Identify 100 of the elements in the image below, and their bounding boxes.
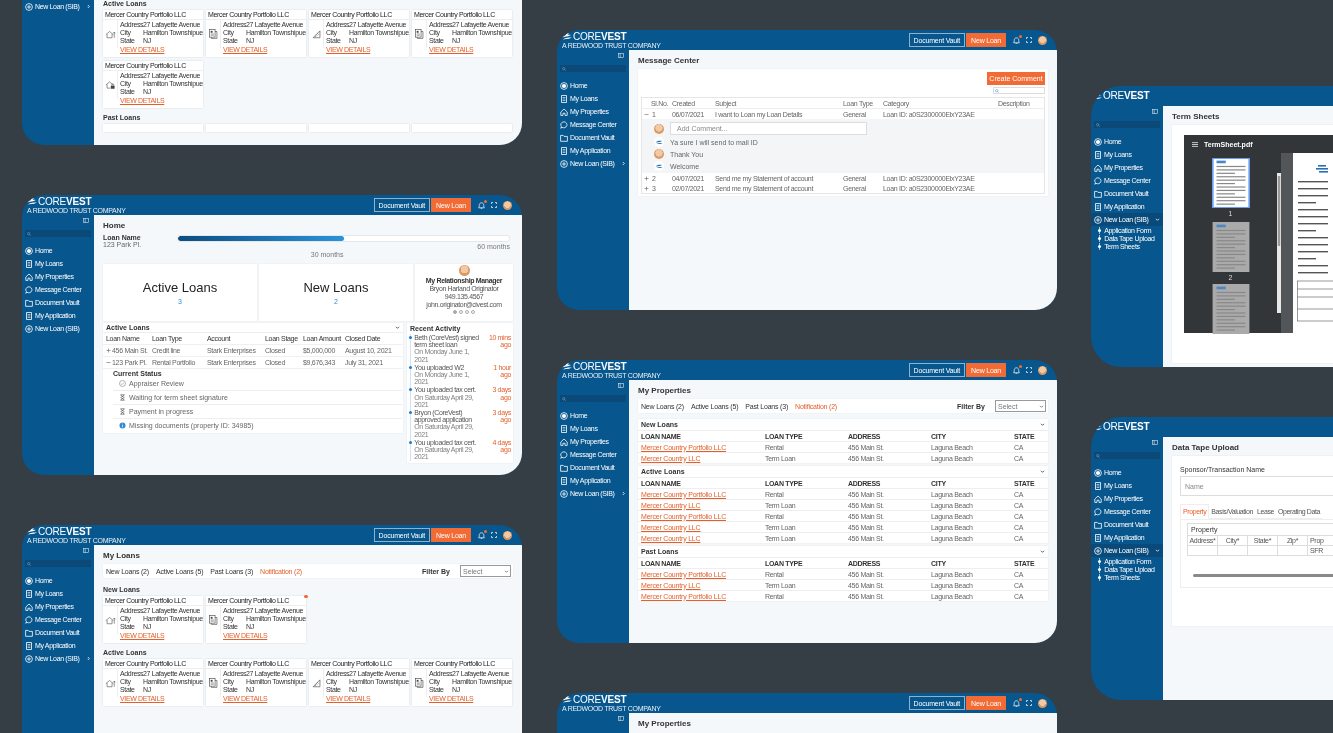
folder-icon xyxy=(1094,520,1102,529)
sidebar-toggle-icon[interactable] xyxy=(618,716,624,721)
chevron-right-icon[interactable] xyxy=(621,161,626,166)
search-icon xyxy=(562,396,566,401)
search-field[interactable] xyxy=(560,395,626,402)
home-icon xyxy=(1094,137,1102,146)
bullet-dot xyxy=(1098,237,1102,240)
search-field[interactable] xyxy=(1094,452,1160,459)
house-icon xyxy=(1094,494,1102,503)
bullet-dot xyxy=(1098,568,1102,571)
search-field[interactable] xyxy=(25,560,91,567)
chevron-down-icon[interactable] xyxy=(504,568,509,574)
ruler-icon xyxy=(310,678,322,688)
fullscreen-icon[interactable] xyxy=(1026,367,1032,373)
check-circle-icon xyxy=(119,380,126,387)
document-icon xyxy=(1094,150,1102,159)
chat-icon xyxy=(1094,507,1102,516)
search-field[interactable] xyxy=(560,65,626,72)
avatar xyxy=(1038,698,1047,708)
page-thumbnail[interactable] xyxy=(1211,284,1250,334)
search-icon xyxy=(1096,122,1100,127)
fullscreen-icon[interactable] xyxy=(491,202,497,208)
timeline-dot xyxy=(409,440,413,444)
avatar xyxy=(458,265,470,276)
avatar xyxy=(654,123,664,134)
bell-icon[interactable] xyxy=(478,201,485,209)
document-icon xyxy=(560,424,568,433)
avatar xyxy=(1038,35,1047,45)
home-icon xyxy=(560,411,568,420)
expand-icon[interactable] xyxy=(644,185,649,191)
bullet-dot xyxy=(1098,560,1102,563)
sidebar-toggle-icon[interactable] xyxy=(618,53,624,58)
plus-circle-icon xyxy=(25,324,33,333)
ruler-icon xyxy=(310,29,322,39)
chevron-down-icon[interactable] xyxy=(1039,403,1044,409)
logo-icon xyxy=(26,197,38,206)
chat-icon xyxy=(560,120,568,129)
sidebar-toggle-icon[interactable] xyxy=(83,218,89,223)
chevron-down-icon[interactable] xyxy=(1040,422,1045,427)
menu-icon[interactable] xyxy=(1192,141,1198,147)
page-title: Term Sheets xyxy=(1172,112,1221,121)
documents-icon xyxy=(207,678,219,688)
document-icon xyxy=(1094,533,1102,542)
bell-icon[interactable] xyxy=(1013,699,1020,707)
bell-icon[interactable] xyxy=(1013,366,1020,374)
chat-icon xyxy=(25,615,33,624)
folder-icon xyxy=(560,133,568,142)
logo-text: COREVEST xyxy=(573,361,627,372)
chevron-down-icon[interactable] xyxy=(1040,549,1045,554)
logo-text: COREVEST xyxy=(573,31,627,42)
house-icon xyxy=(25,602,33,611)
search-icon xyxy=(995,88,999,93)
search-icon xyxy=(27,231,31,236)
collapse-icon[interactable] xyxy=(106,360,111,365)
page-title: My Properties xyxy=(638,386,692,395)
expand-icon[interactable] xyxy=(106,348,111,353)
search-icon xyxy=(27,561,31,566)
sidebar-toggle-icon[interactable] xyxy=(1152,109,1158,114)
folder-icon xyxy=(25,298,33,307)
bullet-dot xyxy=(1098,245,1102,248)
search-field[interactable] xyxy=(993,87,1045,94)
notification-badge xyxy=(1018,365,1022,369)
carousel-dot[interactable] xyxy=(453,310,457,314)
bell-icon[interactable] xyxy=(478,531,485,539)
chevron-right-icon[interactable] xyxy=(621,491,626,496)
documents-icon xyxy=(207,29,219,39)
chevron-down-icon[interactable] xyxy=(1040,469,1045,474)
document-icon xyxy=(1094,202,1102,211)
fullscreen-icon[interactable] xyxy=(1026,37,1032,43)
page-thumbnail[interactable] xyxy=(1211,222,1250,272)
chevron-right-icon[interactable] xyxy=(86,4,91,9)
chevron-right-icon[interactable] xyxy=(86,656,91,661)
chevron-down-icon[interactable] xyxy=(395,325,400,330)
fullscreen-icon[interactable] xyxy=(491,532,497,538)
fullscreen-icon[interactable] xyxy=(1026,700,1032,706)
documents-icon xyxy=(413,29,425,39)
document-icon xyxy=(25,641,33,650)
page-thumbnail[interactable] xyxy=(1211,158,1250,208)
plus-circle-icon xyxy=(25,654,33,663)
house-icon xyxy=(1094,163,1102,172)
search-field[interactable] xyxy=(25,230,91,237)
house-icon xyxy=(25,272,33,281)
sidebar-toggle-icon[interactable] xyxy=(1152,440,1158,445)
page-title: Home xyxy=(103,221,127,230)
stat-title: New Loans xyxy=(303,280,369,295)
scrollbar[interactable] xyxy=(1193,574,1333,577)
plus-circle-icon xyxy=(560,159,568,168)
logo-text: COREVEST xyxy=(573,694,627,705)
avatar xyxy=(503,200,512,210)
search-field[interactable] xyxy=(1094,121,1160,128)
logo-icon xyxy=(561,32,573,41)
plus-circle-icon xyxy=(25,2,33,11)
bell-icon[interactable] xyxy=(1013,36,1020,44)
chat-icon xyxy=(1094,176,1102,185)
sidebar-toggle-icon[interactable] xyxy=(83,548,89,553)
sidebar-toggle-icon[interactable] xyxy=(618,383,624,388)
expand-icon[interactable] xyxy=(644,175,649,181)
collapse-icon[interactable] xyxy=(644,111,649,117)
notification-badge xyxy=(483,530,487,534)
home-icon xyxy=(560,81,568,90)
